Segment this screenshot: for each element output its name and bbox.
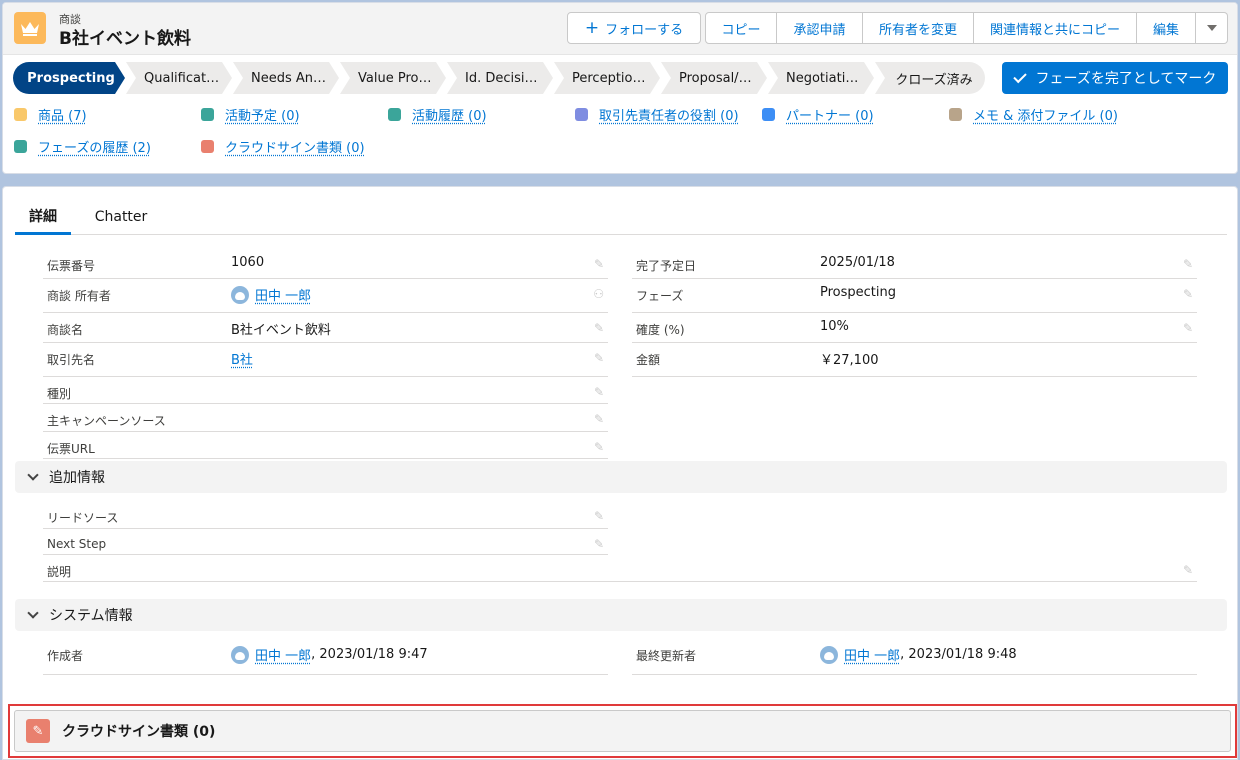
path-step[interactable]: Value Propo... — [340, 62, 446, 94]
path-step[interactable]: Prospecting — [13, 62, 125, 94]
edit-pencil-icon[interactable]: ✎ — [594, 385, 604, 399]
field-probability: 確度 (%) 10% ✎ — [632, 313, 1197, 343]
edit-pencil-icon[interactable]: ✎ — [1183, 257, 1193, 271]
plus-icon: + — [584, 17, 600, 38]
related-link-contact-roles[interactable]: 取引先責任者の役割 (0) — [575, 105, 739, 124]
field-last-modified-by: 最終更新者 田中 一郎, 2023/01/18 9:48 — [632, 639, 1197, 675]
field-description: 説明 ✎ — [43, 555, 1197, 582]
edit-pencil-icon[interactable]: ✎ — [594, 257, 604, 271]
copy-button[interactable]: コピー — [705, 12, 777, 44]
related-link-open-activities[interactable]: 活動予定 (0) — [201, 105, 300, 124]
edit-pencil-icon[interactable]: ✎ — [594, 537, 604, 551]
related-link-products[interactable]: 商品 (7) — [14, 105, 87, 124]
owner-link[interactable]: 田中 一郎 — [255, 285, 311, 304]
field-campaign: 主キャンペーンソース ✎ — [43, 404, 608, 432]
path-step[interactable]: クローズ済み — [875, 62, 985, 94]
follow-button[interactable]: + フォローする — [567, 12, 701, 44]
record-title: B社イベント飲料 — [59, 29, 191, 49]
highlight-frame: ✎ クラウドサイン書類 (0) — [8, 704, 1237, 758]
path-step[interactable]: Qualification — [126, 62, 232, 94]
more-actions-button[interactable] — [1196, 12, 1228, 44]
edit-pencil-icon[interactable]: ✎ — [1183, 563, 1193, 577]
approval-button[interactable]: 承認申請 — [777, 12, 863, 44]
account-link[interactable]: B社 — [231, 349, 253, 368]
edit-pencil-icon[interactable]: ✎ — [594, 351, 604, 365]
section-system-info[interactable]: システム情報 — [15, 599, 1227, 631]
edit-pencil-icon[interactable]: ✎ — [594, 412, 604, 426]
header-top: 商談 B社イベント飲料 + フォローする コピー 承認申請 所有者を変更 関連情… — [3, 3, 1237, 55]
cloudsign-related-list[interactable]: ✎ クラウドサイン書類 (0) — [14, 710, 1231, 752]
contacts-icon — [575, 108, 588, 121]
pen-icon: ✎ — [26, 719, 50, 743]
edit-pencil-icon[interactable]: ✎ — [594, 509, 604, 523]
field-close-date: 完了予定日 2025/01/18 ✎ — [632, 249, 1197, 279]
change-owner-icon[interactable]: ⚇ — [593, 287, 604, 301]
path-step[interactable]: Negotiation... — [768, 62, 874, 94]
created-by-link[interactable]: 田中 一郎 — [255, 645, 311, 664]
field-amount: 金額 ￥27,100 — [632, 343, 1197, 377]
avatar — [820, 645, 838, 664]
path-step[interactable]: Perception ... — [554, 62, 660, 94]
mark-stage-complete-button[interactable]: フェーズを完了としてマーク — [1002, 62, 1228, 94]
field-lead-source: リードソース ✎ — [43, 501, 608, 529]
crown-icon — [14, 12, 46, 44]
related-link-cloudsign[interactable]: クラウドサイン書類 (0) — [201, 137, 365, 156]
pen-icon — [201, 140, 214, 153]
chevron-down-icon — [27, 469, 39, 481]
edit-pencil-icon[interactable]: ✎ — [1183, 321, 1193, 335]
field-opportunity-name: 商談名 B社イベント飲料 ✎ — [43, 313, 608, 343]
path-step[interactable]: Id. Decision ... — [447, 62, 553, 94]
avatar — [231, 645, 249, 664]
related-link-stage-history[interactable]: フェーズの履歴 (2) — [14, 137, 151, 156]
field-next-step: Next Step ✎ — [43, 529, 608, 555]
wrench-icon — [201, 108, 214, 121]
attachment-icon — [949, 108, 962, 121]
edit-pencil-icon[interactable]: ✎ — [1183, 287, 1193, 301]
chevron-down-icon — [1206, 25, 1217, 31]
edit-pencil-icon[interactable]: ✎ — [594, 321, 604, 335]
field-stage: フェーズ Prospecting ✎ — [632, 279, 1197, 313]
section-additional-info[interactable]: 追加情報 — [15, 461, 1227, 493]
check-icon — [1012, 69, 1027, 83]
edit-button[interactable]: 編集 — [1137, 12, 1196, 44]
path-step[interactable]: Needs Analy... — [233, 62, 339, 94]
field-created-by: 作成者 田中 一郎, 2023/01/18 9:47 — [43, 639, 608, 675]
field-slip-number: 伝票番号 1060 ✎ — [43, 249, 608, 279]
tab-bar: 詳細 Chatter — [15, 199, 1227, 235]
field-owner: 商談 所有者 田中 一郎 ⚇ — [43, 279, 608, 313]
cloudsign-title[interactable]: クラウドサイン書類 (0) — [62, 721, 215, 741]
field-slip-url: 伝票URL ✎ — [43, 432, 608, 459]
related-link-notes-attachments[interactable]: メモ & 添付ファイル (0) — [949, 105, 1118, 124]
field-account: 取引先名 B社 ✎ — [43, 343, 608, 377]
related-link-activity-history[interactable]: 活動履歴 (0) — [388, 105, 487, 124]
modified-by-link[interactable]: 田中 一郎 — [844, 645, 900, 664]
tab-chatter[interactable]: Chatter — [95, 199, 148, 235]
action-bar: + フォローする コピー 承認申請 所有者を変更 関連情報と共にコピー 編集 — [567, 12, 1228, 44]
chevron-down-icon — [27, 607, 39, 619]
avatar — [231, 285, 249, 304]
partner-icon — [762, 108, 775, 121]
related-link-partners[interactable]: パートナー (0) — [762, 105, 874, 124]
change-owner-button[interactable]: 所有者を変更 — [863, 12, 974, 44]
field-type: 種別 ✎ — [43, 377, 608, 404]
product-icon — [14, 108, 27, 121]
tab-details[interactable]: 詳細 — [15, 199, 71, 235]
record-header: 商談 B社イベント飲料 + フォローする コピー 承認申請 所有者を変更 関連情… — [2, 2, 1238, 174]
path-step[interactable]: Proposal/Pri... — [661, 62, 767, 94]
edit-pencil-icon[interactable]: ✎ — [594, 440, 604, 454]
stage-path: Prospecting Qualification Needs Analy...… — [13, 62, 986, 94]
copy-with-related-button[interactable]: 関連情報と共にコピー — [974, 12, 1137, 44]
wrench-icon — [14, 140, 27, 153]
detail-panel: 詳細 Chatter 伝票番号 1060 ✎ 商談 所有者 田中 一郎 ⚇ 商談… — [2, 186, 1238, 760]
wrench-icon — [388, 108, 401, 121]
